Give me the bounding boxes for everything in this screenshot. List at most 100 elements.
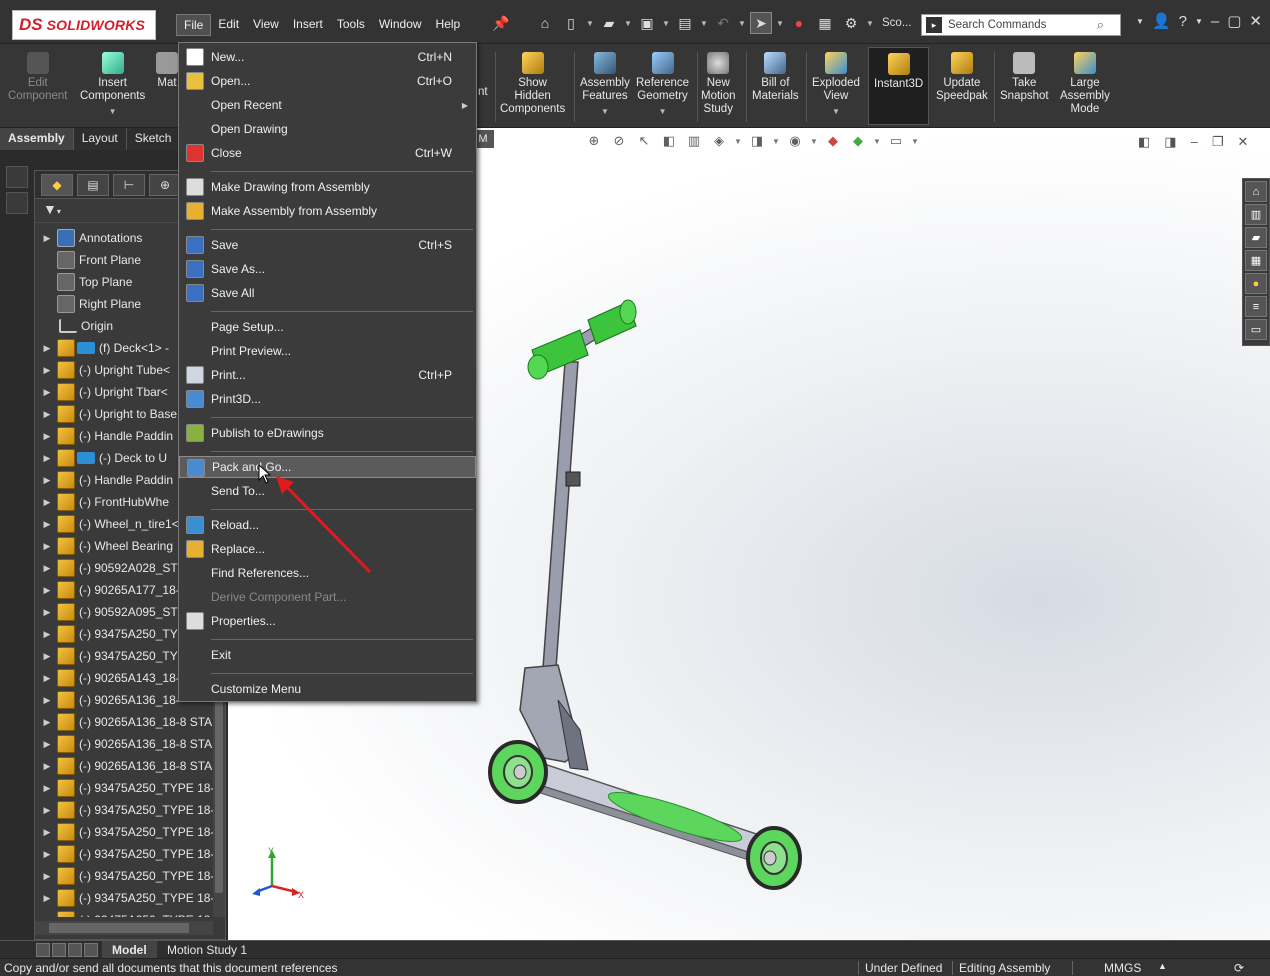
chevron-down-icon[interactable]: ▼ — [738, 19, 746, 28]
tree-node[interactable]: ▶ (-) 93475A250_TYPE 18-8 — [35, 777, 215, 799]
file-properties-icon[interactable]: ▦ — [814, 12, 836, 34]
expand-arrow-icon[interactable]: ▶ — [37, 365, 57, 376]
large-assembly-mode-button[interactable]: Large Assembly Mode — [1060, 52, 1110, 116]
menu-item-customize-menu[interactable]: Customize Menu — [179, 678, 476, 700]
menu-item-save-all[interactable]: Save All — [179, 282, 476, 304]
view-palette-icon[interactable]: ▦ — [1245, 250, 1267, 271]
select-cursor-icon[interactable]: ➤ — [750, 12, 772, 34]
home-icon[interactable]: ⌂ — [1245, 181, 1267, 202]
menu-window[interactable]: Window — [372, 14, 429, 36]
chevron-down-icon[interactable]: ▼ — [1195, 17, 1203, 26]
user-icon[interactable]: 👤 — [1152, 12, 1171, 30]
open-folder-icon[interactable]: ▰ — [598, 12, 620, 34]
chevron-down-icon[interactable]: ▼ — [662, 19, 670, 28]
expand-arrow-icon[interactable]: ▶ — [37, 871, 57, 882]
minimize-icon[interactable]: – — [1191, 134, 1198, 150]
expand-arrow-icon[interactable]: ▶ — [37, 805, 57, 816]
menu-item-make-drawing-from-assembly[interactable]: Make Drawing from Assembly — [179, 176, 476, 198]
feature-tree-tab-icon[interactable]: ◆ — [41, 173, 73, 196]
expand-arrow-icon[interactable]: ▶ — [37, 387, 57, 398]
rebuild-icon[interactable]: ⟳ — [1234, 961, 1244, 975]
chevron-up-icon[interactable]: ▲ — [1158, 961, 1167, 971]
bill-of-materials-button[interactable]: Bill of Materials — [752, 52, 799, 103]
tree-node[interactable]: ▶ (-) 93475A250_TYPE 18-8 — [35, 865, 215, 887]
expand-arrow-icon[interactable]: ▶ — [37, 915, 57, 918]
tree-node[interactable]: ▶ (-) 93475A250_TYPE 18-8 — [35, 843, 215, 865]
new-motion-study-button[interactable]: New Motion Study — [701, 52, 736, 116]
file-explorer-icon[interactable]: ▰ — [1245, 227, 1267, 248]
expand-arrow-icon[interactable]: ▶ — [37, 629, 57, 640]
edit-appearance-icon[interactable]: ◆ — [823, 132, 843, 150]
chevron-down-icon[interactable]: ▼ — [700, 19, 708, 28]
menu-item-open-recent[interactable]: Open Recent ▶ — [179, 94, 476, 116]
design-library-icon[interactable]: ▥ — [1245, 204, 1267, 225]
expand-arrow-icon[interactable]: ▶ — [37, 827, 57, 838]
expand-arrow-icon[interactable]: ▶ — [37, 651, 57, 662]
scooter-model[interactable] — [470, 290, 820, 900]
view-settings-icon[interactable]: ▭ — [886, 132, 906, 150]
tree-node[interactable]: ▶ (-) 93475A250_TYPE 18-8 — [35, 909, 215, 917]
property-manager-tab-icon[interactable]: ▤ — [77, 173, 109, 196]
appearances-icon[interactable]: ● — [1245, 273, 1267, 294]
prev-tab-button[interactable] — [52, 943, 66, 957]
expand-arrow-icon[interactable]: ▶ — [37, 541, 57, 552]
restore-icon[interactable]: ❐ — [1212, 134, 1224, 150]
expand-arrow-icon[interactable]: ▶ — [37, 431, 57, 442]
chevron-down-icon[interactable]: ▼ — [832, 105, 840, 118]
menu-item-make-assembly-from-assembly[interactable]: Make Assembly from Assembly — [179, 200, 476, 222]
expand-arrow-icon[interactable]: ▶ — [37, 563, 57, 574]
new-document-icon[interactable]: ▯ — [560, 12, 582, 34]
chevron-down-icon[interactable]: ▼ — [659, 105, 667, 118]
close-icon[interactable]: ✕ — [1249, 12, 1262, 30]
expand-arrow-icon[interactable]: ▶ — [37, 607, 57, 618]
last-tab-button[interactable] — [84, 943, 98, 957]
expand-arrow-icon[interactable]: ▶ — [37, 475, 57, 486]
view-orientation-icon[interactable]: ◈ — [709, 132, 729, 150]
tab-sketch[interactable]: Sketch — [127, 128, 181, 150]
tree-node[interactable]: ▶ (-) 93475A250_TYPE 18-8 — [35, 887, 215, 909]
menu-item-save-as[interactable]: Save As... — [179, 258, 476, 280]
expand-arrow-icon[interactable]: ▶ — [37, 519, 57, 530]
update-speedpak-button[interactable]: Update Speedpak — [936, 52, 988, 103]
expand-arrow-icon[interactable]: ▶ — [37, 585, 57, 596]
menu-item-properties[interactable]: Properties... — [179, 610, 476, 632]
apply-scene-icon[interactable]: ◆ — [848, 132, 868, 150]
menu-tools[interactable]: Tools — [330, 14, 372, 36]
menu-item-open-drawing[interactable]: Open Drawing — [179, 118, 476, 140]
expand-arrow-icon[interactable]: ▶ — [37, 233, 57, 244]
expand-arrow-icon[interactable]: ▶ — [37, 717, 57, 728]
menu-item-page-setup[interactable]: Page Setup... — [179, 316, 476, 338]
save-icon[interactable]: ▣ — [636, 12, 658, 34]
command-partial-button[interactable]: nt — [478, 86, 488, 99]
expand-arrow-icon[interactable]: ▶ — [37, 497, 57, 508]
tree-node[interactable]: ▶ (-) 90265A136_18-8 STAI — [35, 755, 215, 777]
show-hidden-components-button[interactable]: Show Hidden Components — [500, 52, 565, 116]
search-icon[interactable]: ⌕ — [1097, 17, 1104, 33]
solidworks-logo[interactable]: DS SOLIDWORKS — [12, 10, 156, 40]
take-snapshot-button[interactable]: Take Snapshot — [1000, 52, 1049, 103]
chevron-down-icon[interactable]: ▼ — [866, 19, 874, 28]
custom-properties-icon[interactable]: ≡ — [1245, 296, 1267, 317]
zoom-area-icon[interactable]: ⊘ — [609, 132, 629, 150]
chevron-down-icon[interactable]: ▼ — [624, 19, 632, 28]
exploded-view-button[interactable]: Exploded View ▼ — [812, 52, 860, 118]
expand-arrow-icon[interactable]: ▶ — [37, 343, 57, 354]
minimize-icon[interactable]: – — [1211, 13, 1219, 30]
expand-arrow-icon[interactable]: ▶ — [37, 783, 57, 794]
instant3d-button[interactable]: Instant3D — [868, 47, 929, 125]
undo-icon[interactable]: ↶ — [712, 12, 734, 34]
status-units[interactable]: MMGS — [1104, 961, 1141, 975]
hide-show-icon[interactable]: ◉ — [785, 132, 805, 150]
gear-icon[interactable]: ⚙ — [840, 12, 862, 34]
expand-arrow-icon[interactable]: ▶ — [37, 409, 57, 420]
chevron-down-icon[interactable]: ▼ — [776, 19, 784, 28]
menu-edit[interactable]: Edit — [211, 14, 246, 36]
expand-arrow-icon[interactable]: ▶ — [37, 761, 57, 772]
menu-help[interactable]: Help — [429, 14, 468, 36]
display-pane-icon[interactable] — [6, 192, 28, 214]
pin-icon[interactable]: 📌 — [490, 12, 512, 34]
tab-model[interactable]: Model — [102, 941, 157, 959]
menu-item-new[interactable]: New... Ctrl+N — [179, 46, 476, 68]
previous-view-icon[interactable]: ↖ — [634, 132, 654, 150]
chevron-down-icon[interactable]: ▼ — [601, 105, 609, 118]
